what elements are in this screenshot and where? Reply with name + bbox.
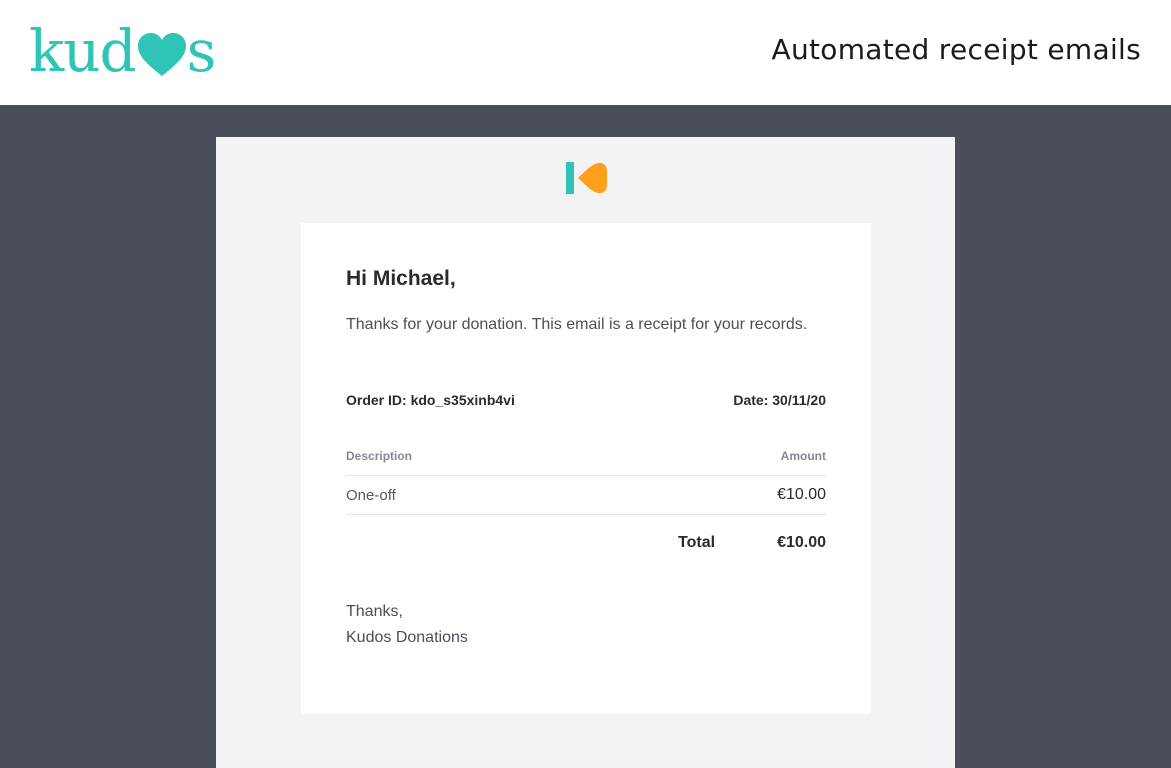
email-signoff: Thanks, Kudos Donations xyxy=(346,599,468,651)
row-description: One-off xyxy=(346,486,396,504)
signoff-thanks: Thanks, xyxy=(346,603,403,620)
page-title: Automated receipt emails xyxy=(771,33,1141,66)
email-card: Hi Michael, Thanks for your donation. Th… xyxy=(301,223,871,714)
row-amount: €10.00 xyxy=(777,486,826,503)
email-greeting: Hi Michael, xyxy=(346,267,456,290)
total-row: Total €10.00 xyxy=(346,515,826,571)
table-row: One-off €10.00 xyxy=(346,476,826,515)
total-amount: €10.00 xyxy=(777,534,826,551)
brand-logo-suffix: s xyxy=(186,17,217,85)
order-date: Date: 30/11/20 xyxy=(733,392,826,408)
table-header: Description Amount xyxy=(346,449,826,476)
column-header-description: Description xyxy=(346,449,413,463)
top-bar: kud s Automated receipt emails xyxy=(0,0,1171,105)
receipt-table: Description Amount One-off €10.00 Total … xyxy=(346,449,826,571)
brand-logo: kud s xyxy=(29,20,216,80)
order-id: Order ID: kdo_s35xinb4vi xyxy=(346,392,515,408)
signoff-sender: Kudos Donations xyxy=(346,629,468,646)
kudos-logo-icon xyxy=(566,162,607,194)
email-intro: Thanks for your donation. This email is … xyxy=(346,316,808,333)
email-preview: Hi Michael, Thanks for your donation. Th… xyxy=(216,137,955,768)
heart-icon xyxy=(137,33,186,76)
column-header-amount: Amount xyxy=(780,449,826,463)
brand-logo-text: kud xyxy=(29,17,137,85)
total-label: Total xyxy=(678,534,716,551)
